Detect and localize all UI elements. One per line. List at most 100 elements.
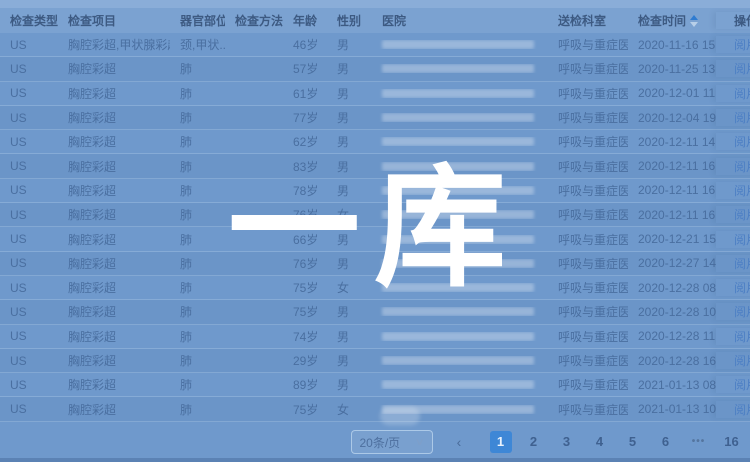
cell-hosp — [372, 64, 548, 73]
page-button-4[interactable]: 4 — [589, 431, 611, 453]
view-film-link[interactable]: 阅片 — [734, 376, 750, 393]
cell-text: 57岁 — [293, 60, 318, 77]
cell-item: 胸腔彩超,甲状腺彩超 — [58, 36, 170, 53]
cell-text: US — [10, 305, 27, 319]
cell-hosp — [372, 40, 548, 49]
cell-text: 肺 — [180, 352, 192, 369]
col-header-label: 送检科室 — [558, 12, 606, 29]
cell-text: 89岁 — [293, 376, 318, 393]
page-button-3[interactable]: 3 — [556, 431, 578, 453]
col-header-time[interactable]: 检查时间 — [628, 12, 716, 29]
cell-text: 呼吸与重症医... — [558, 231, 628, 248]
cell-text: 呼吸与重症医... — [558, 85, 628, 102]
view-film-link[interactable]: 阅片 — [734, 352, 750, 369]
col-header-dept: 送检科室 — [548, 12, 628, 29]
cell-text: 2020-12-28 11:38:11 — [638, 329, 716, 343]
cell-hosp — [372, 137, 548, 146]
page-button-5[interactable]: 5 — [622, 431, 644, 453]
cell-text: 胸腔彩超 — [68, 328, 116, 345]
cell-organ: 肺 — [170, 401, 225, 418]
page-button-6[interactable]: 6 — [655, 431, 677, 453]
cell-text: 2020-12-28 08:15:51 — [638, 281, 716, 295]
prev-page-button[interactable]: ‹ — [448, 431, 470, 453]
cell-text: 呼吸与重症医... — [558, 133, 628, 150]
cell-organ: 肺 — [170, 328, 225, 345]
cell-dept: 呼吸与重症医... — [548, 133, 628, 150]
col-header-age: 年龄 — [283, 12, 327, 29]
sort-caret-icon[interactable] — [690, 15, 698, 27]
view-film-link[interactable]: 阅片 — [734, 36, 750, 53]
cell-type: US — [0, 38, 58, 52]
more-pages-button[interactable]: ••• — [688, 431, 710, 453]
view-film-link[interactable]: 阅片 — [734, 231, 750, 248]
scrollbar-thumb[interactable] — [380, 407, 420, 425]
cell-type: US — [0, 354, 58, 368]
redacted-hospital-name — [382, 356, 534, 365]
cell-text: 肺 — [180, 206, 192, 223]
cell-text: 2020-12-27 14:23:04 — [638, 256, 716, 270]
cell-op: 阅片 — [716, 328, 750, 345]
col-header-op: 操作 — [716, 12, 750, 29]
page-button-last[interactable]: 16 — [721, 431, 743, 453]
table-row: US胸腔彩超肺75岁女呼吸与重症医...2021-01-13 10:17:16阅… — [0, 397, 750, 421]
view-film-link[interactable]: 阅片 — [734, 85, 750, 102]
cell-sex: 男 — [327, 60, 372, 77]
cell-type: US — [0, 378, 58, 392]
cell-dept: 呼吸与重症医... — [548, 158, 628, 175]
page-size-select[interactable]: 20条/页 ∨ — [351, 430, 433, 454]
cell-time: 2020-11-16 15:44:49 — [628, 38, 716, 52]
cell-organ: 肺 — [170, 376, 225, 393]
col-header-label: 器官部位 — [180, 12, 225, 29]
cell-dept: 呼吸与重症医... — [548, 109, 628, 126]
cell-organ: 肺 — [170, 303, 225, 320]
bottom-edge — [0, 458, 750, 462]
cell-op: 阅片 — [716, 352, 750, 369]
cell-text: 肺 — [180, 303, 192, 320]
cell-text: US — [10, 62, 27, 76]
cell-text: US — [10, 135, 27, 149]
cell-text: 肺 — [180, 133, 192, 150]
view-film-link[interactable]: 阅片 — [734, 60, 750, 77]
cell-text: 29岁 — [293, 352, 318, 369]
view-film-link[interactable]: 阅片 — [734, 182, 750, 199]
view-film-link[interactable]: 阅片 — [734, 109, 750, 126]
redacted-hospital-name — [382, 89, 534, 98]
cell-dept: 呼吸与重症医... — [548, 376, 628, 393]
cell-text: 呼吸与重症医... — [558, 279, 628, 296]
cell-text: 胸腔彩超 — [68, 85, 116, 102]
view-film-link[interactable]: 阅片 — [734, 279, 750, 296]
view-film-link[interactable]: 阅片 — [734, 158, 750, 175]
view-film-link[interactable]: 阅片 — [734, 133, 750, 150]
col-header-label: 性别 — [337, 12, 361, 29]
cell-time: 2020-12-04 19:03:24 — [628, 111, 716, 125]
cell-hosp — [372, 307, 548, 316]
page-button-2[interactable]: 2 — [523, 431, 545, 453]
redacted-hospital-name — [382, 380, 534, 389]
redacted-hospital-name — [382, 137, 534, 146]
cell-type: US — [0, 329, 58, 343]
cell-time: 2020-12-11 14:00:14 — [628, 135, 716, 149]
cell-text: 胸腔彩超 — [68, 60, 116, 77]
cell-time: 2021-01-13 10:17:16 — [628, 402, 716, 416]
table-row: US胸腔彩超肺89岁男呼吸与重症医...2021-01-13 08:35:05阅… — [0, 373, 750, 397]
cell-text: US — [10, 329, 27, 343]
view-film-link[interactable]: 阅片 — [734, 303, 750, 320]
cell-dept: 呼吸与重症医... — [548, 279, 628, 296]
cell-text: 75岁 — [293, 401, 318, 418]
cell-item: 胸腔彩超 — [58, 158, 170, 175]
page-button-1[interactable]: 1 — [490, 431, 512, 453]
cell-op: 阅片 — [716, 401, 750, 418]
page-size-label: 20条/页 — [360, 434, 401, 451]
view-film-link[interactable]: 阅片 — [734, 206, 750, 223]
cell-text: 胸腔彩超 — [68, 303, 116, 320]
cell-text: 肺 — [180, 328, 192, 345]
cell-text: 男 — [337, 133, 349, 150]
view-film-link[interactable]: 阅片 — [734, 255, 750, 272]
cell-text: 胸腔彩超,甲状腺彩超 — [68, 36, 170, 53]
view-film-link[interactable]: 阅片 — [734, 328, 750, 345]
view-film-link[interactable]: 阅片 — [734, 401, 750, 418]
cell-text: 2020-12-11 16:02:05 — [638, 159, 716, 173]
cell-type: US — [0, 86, 58, 100]
cell-text: US — [10, 354, 27, 368]
cell-hosp — [372, 332, 548, 341]
